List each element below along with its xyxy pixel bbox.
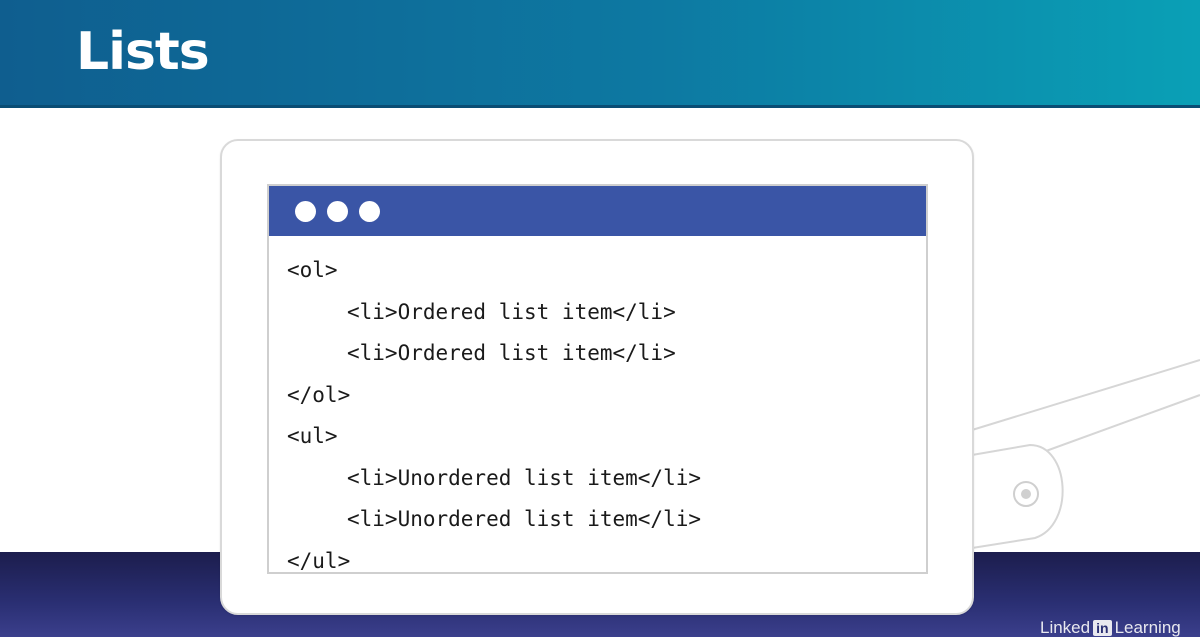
window-dot-icon [359, 201, 380, 222]
linkedin-learning-logo: Linked in Learning [1040, 618, 1181, 638]
brand-word-linked: Linked [1040, 618, 1091, 637]
brand-in-badge-icon: in [1093, 620, 1112, 636]
slide-header: Lists [0, 0, 1200, 108]
code-line: </ol> [287, 382, 351, 407]
brand-word-learning: Learning [1114, 618, 1181, 637]
code-window: <ol> <li>Ordered list item</li> <li>Orde… [267, 184, 928, 574]
code-line: <li>Ordered list item</li> [347, 299, 676, 324]
code-line: <li>Ordered list item</li> [347, 341, 676, 365]
window-dot-icon [327, 201, 348, 222]
code-line: <ol> [287, 258, 338, 282]
code-line: <ul> [287, 424, 338, 448]
slide-title: Lists [76, 22, 210, 82]
window-dot-icon [295, 201, 316, 222]
code-block: <ol> <li>Ordered list item</li> <li>Orde… [287, 250, 701, 582]
code-line: </ul> [287, 548, 351, 573]
code-line: <li>Unordered list item</li> [347, 507, 702, 531]
code-line: <li>Unordered list item</li> [347, 465, 702, 490]
window-titlebar [269, 186, 926, 236]
